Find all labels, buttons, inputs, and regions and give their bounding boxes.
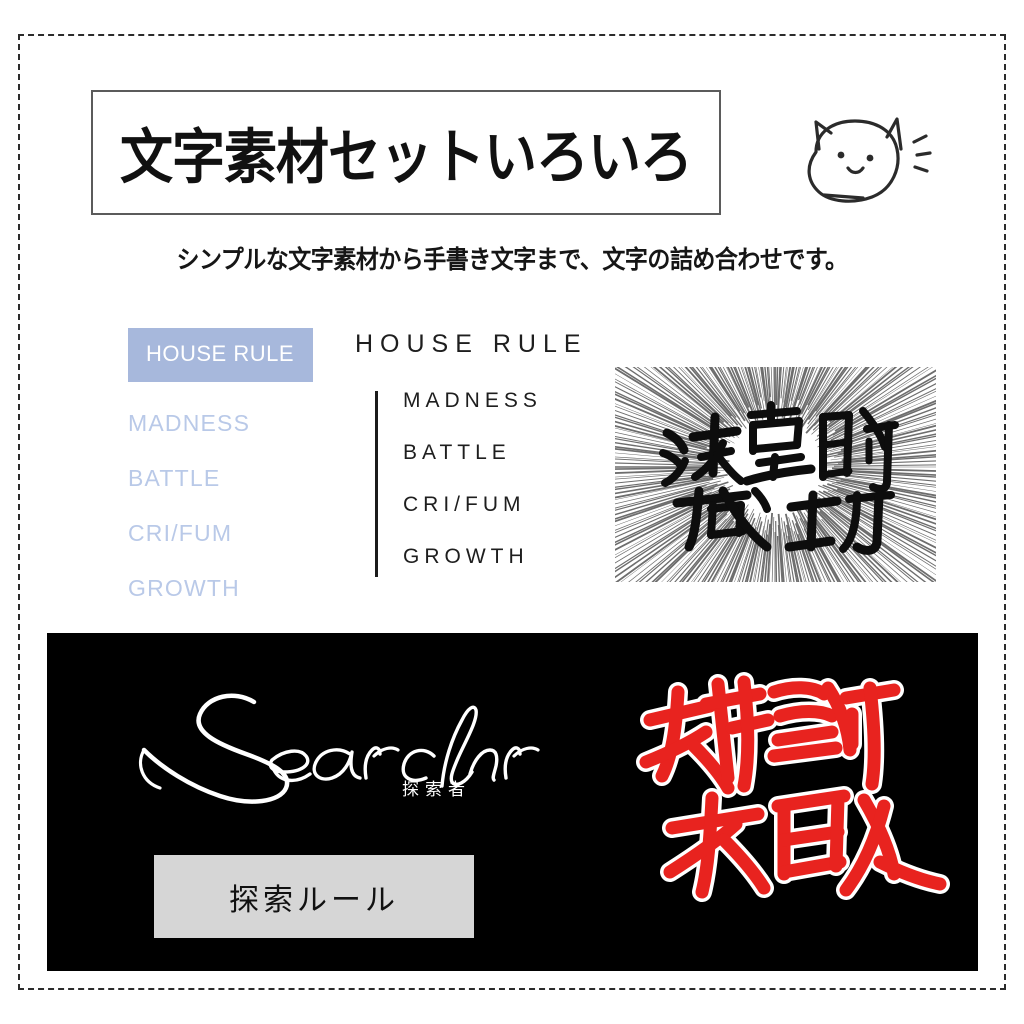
mono-heading: HOUSE RULE	[355, 330, 588, 358]
blue-list-item: BATTLE	[128, 465, 221, 491]
search-rule-button[interactable]: 探索ルール	[154, 855, 474, 938]
success-brush-artwork	[615, 367, 936, 582]
blue-list-item: CRI/FUM	[128, 520, 233, 546]
mono-list-item: MADNESS	[403, 389, 542, 412]
mono-list-item: BATTLE	[403, 441, 511, 464]
failure-brush-artwork	[632, 658, 952, 908]
blue-sample-column: HOUSE RULE MADNESS BATTLE CRI/FUM GROWTH	[128, 328, 328, 602]
poster-canvas: 文字素材セットいろいろ シンプルな文字素材から手書き文字まで、文字の詰め合わせで…	[0, 0, 1024, 1024]
searcher-script-glyphs	[138, 693, 540, 804]
page-subtitle: シンプルな文字素材から手書き文字まで、文字の詰め合わせです。	[176, 246, 848, 275]
mono-list-item: GROWTH	[403, 545, 529, 568]
cat-doodle-icon	[775, 105, 945, 220]
searcher-script-wordmark	[122, 678, 542, 813]
mono-list: MADNESS BATTLE CRI/FUM GROWTH	[355, 389, 605, 577]
searcher-subtitle: 探索者	[402, 780, 471, 800]
page-title: 文字素材セットいろいろ	[120, 123, 693, 192]
success-kanji-glyphs	[658, 400, 899, 555]
blue-list-item: MADNESS	[128, 410, 251, 436]
failure-kanji-glyphs	[636, 672, 950, 902]
dark-sample-panel: 探索者 探索ルール	[47, 633, 978, 971]
mono-sample-column: HOUSE RULE MADNESS BATTLE CRI/FUM GROWTH	[355, 330, 605, 577]
vertical-divider	[375, 391, 378, 577]
success-brush-text	[615, 367, 936, 582]
search-rule-button-label: 探索ルール	[229, 882, 399, 918]
mono-list-item: CRI/FUM	[403, 493, 526, 516]
title-box: 文字素材セットいろいろ	[91, 90, 721, 215]
blue-list-item: GROWTH	[128, 575, 240, 601]
house-rule-badge: HOUSE RULE	[128, 328, 313, 382]
